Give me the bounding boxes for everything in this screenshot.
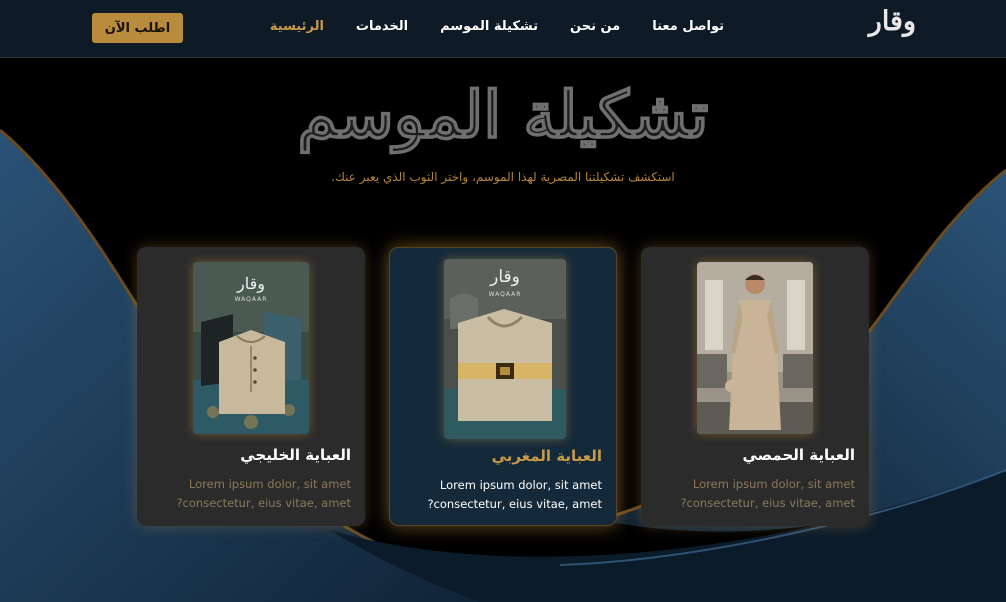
card-title: العباية الحمصي [742,446,855,464]
hero-subtitle: استكشف تشكيلتنا المصرية لهذا الموسم، واخ… [331,170,675,184]
product-image-homsi [697,262,813,434]
card-desc-line: Lorem ipsum dolor, sit amet [439,478,602,492]
card-desc-line: Lorem ipsum dolor, sit amet [692,477,855,491]
product-image-maghrebi: وقار WAQAAR [444,259,566,439]
image-brand-latin: WAQAAR [488,291,522,298]
card-desc-line: Lorem ipsum dolor, sit amet [188,477,351,491]
nav-item-home[interactable]: الرئيسية [270,19,324,34]
product-card-homsi[interactable]: العباية الحمصي Lorem ipsum dolor, sit am… [641,247,869,526]
site-logo[interactable]: وقار [852,6,917,46]
image-brand-text: وقار [237,274,265,293]
product-card-maghrebi[interactable]: وقار WAQAAR العباية المغربي Lorem ipsum … [389,247,617,526]
card-title: العباية الخليجي [240,446,351,464]
hero-title: تشكيلة الموسم [297,77,709,154]
product-card-khaleeji[interactable]: وقار WAQAAR العباية الخليجي Lorem ipsum … [137,247,365,526]
card-description: Lorem ipsum dolor, sit amet ?consectetur… [655,475,855,513]
card-desc-line: ?consectetur, eius vitae, amet [176,496,351,510]
card-desc-line: ?consectetur, eius vitae, amet [680,496,855,510]
nav-item-season-collection[interactable]: تشكيلة الموسم [440,19,538,34]
product-image-khaleeji: وقار WAQAAR [193,262,309,434]
nav-item-contact[interactable]: تواصل معنا [652,19,724,34]
card-description: Lorem ipsum dolor, sit amet ?consectetur… [151,475,351,513]
nav-item-about[interactable]: من نحن [570,19,620,34]
nav-item-services[interactable]: الخدمات [356,19,408,34]
card-description: Lorem ipsum dolor, sit amet ?consectetur… [402,476,602,514]
navbar: اطلب الآن الرئيسية الخدمات تشكيلة الموسم… [0,0,1006,58]
image-brand-text: وقار [490,267,520,287]
image-brand-latin: WAQAAR [234,296,268,303]
card-title: العباية المغربي [491,447,602,465]
order-now-button[interactable]: اطلب الآن [92,13,183,43]
card-desc-line: ?consectetur, eius vitae, amet [427,497,602,511]
nav-menu: الرئيسية الخدمات تشكيلة الموسم من نحن تو… [270,19,724,34]
